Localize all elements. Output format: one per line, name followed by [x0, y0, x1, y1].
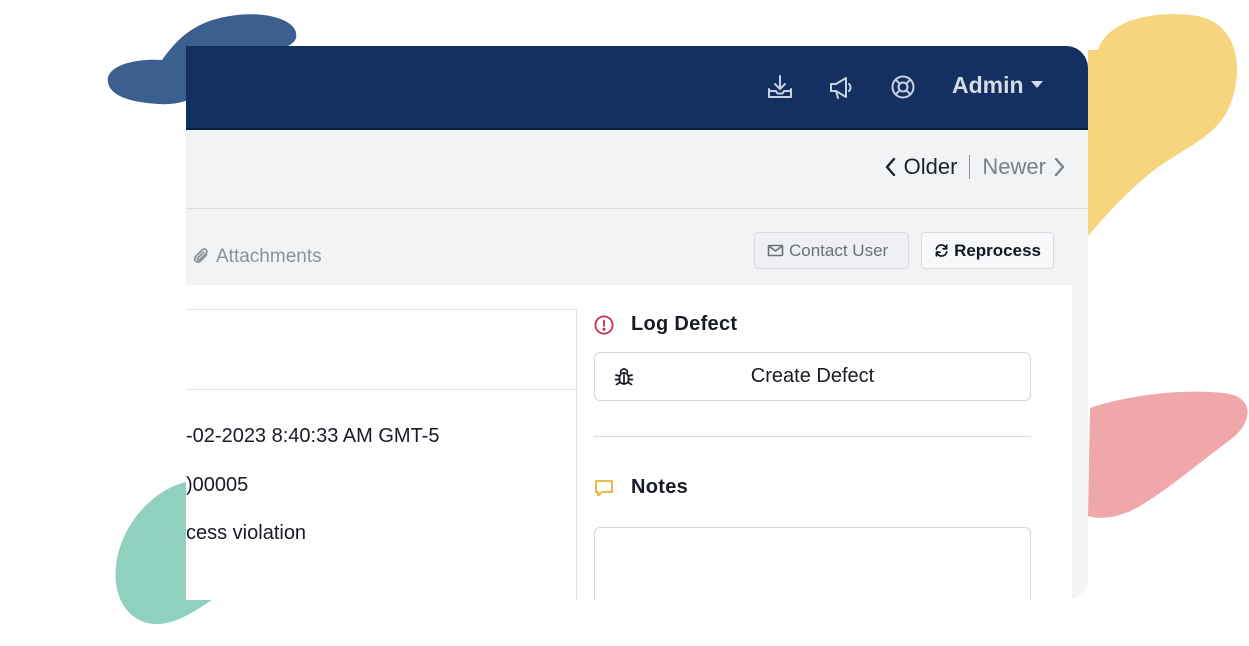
decorative-blob-pink	[1088, 391, 1248, 518]
refresh-icon	[935, 244, 948, 257]
chevron-right-icon	[1054, 157, 1065, 177]
bug-icon	[614, 368, 634, 386]
create-defect-label: Create Defect	[750, 365, 875, 387]
newer-link[interactable]: Newer	[982, 154, 1066, 180]
contact-user-label: Contact User	[789, 240, 889, 260]
user-menu-label: Admin	[952, 72, 1024, 98]
megaphone-icon[interactable]	[826, 72, 856, 102]
reprocess-label: Reprocess	[954, 240, 1041, 260]
navigation-subbar: Older Newer	[186, 130, 1088, 209]
pager: Older Newer	[884, 154, 1066, 180]
chat-bubble-icon	[595, 479, 613, 496]
timestamp-value: -02-2023 8:40:33 AM GMT-5	[186, 425, 440, 447]
notes-title: Notes	[631, 476, 689, 498]
user-menu[interactable]: Admin	[952, 70, 1043, 100]
envelope-icon	[767, 244, 784, 257]
older-label: Older	[903, 154, 958, 179]
contact-user-button[interactable]: Contact User	[754, 232, 909, 269]
alert-circle-icon	[594, 314, 614, 335]
lifebuoy-icon[interactable]	[888, 72, 918, 102]
newer-label: Newer	[982, 154, 1046, 179]
older-link[interactable]: Older	[884, 154, 958, 180]
notes-heading: Notes	[594, 476, 688, 499]
app-window: Admin Older Newer Attachments Contact Us…	[186, 46, 1088, 600]
caret-down-icon	[1030, 80, 1043, 88]
paperclip-icon	[193, 248, 208, 264]
pager-separator	[969, 155, 971, 179]
error-value: cess violation	[186, 522, 307, 544]
reprocess-button[interactable]: Reprocess	[921, 232, 1054, 269]
log-defect-heading: Log Defect	[594, 313, 737, 336]
main-content: -02-2023 8:40:33 AM GMT-5 )00005 cess vi…	[186, 285, 1072, 600]
code-value: )00005	[186, 474, 249, 496]
decorative-blob-yellow	[1086, 14, 1238, 238]
create-defect-button[interactable]: Create Defect	[594, 352, 1031, 401]
details-divider	[186, 389, 576, 390]
section-divider	[594, 436, 1031, 437]
tab-attachments-label: Attachments	[216, 246, 322, 267]
chevron-left-icon	[885, 157, 895, 177]
details-panel: -02-2023 8:40:33 AM GMT-5 )00005 cess vi…	[186, 309, 577, 600]
top-navbar: Admin	[186, 46, 1088, 130]
log-defect-title: Log Defect	[631, 313, 738, 335]
download-tray-icon[interactable]	[765, 72, 795, 102]
notes-textarea[interactable]	[594, 527, 1031, 600]
tab-attachments[interactable]: Attachments	[192, 246, 322, 268]
